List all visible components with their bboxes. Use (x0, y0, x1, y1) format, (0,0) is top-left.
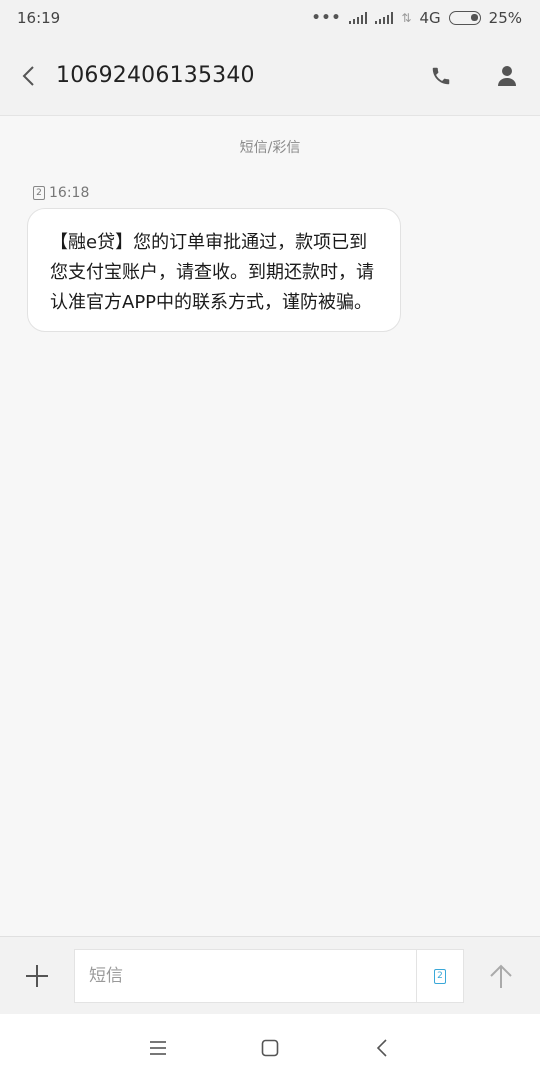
home-button[interactable] (250, 1028, 290, 1068)
conversation-header: 10692406135340 (0, 36, 540, 116)
message-input-box: 2 (74, 949, 464, 1003)
message-input[interactable] (75, 950, 416, 1002)
message-meta: 2 16:18 (33, 185, 89, 201)
battery-percent: 25% (488, 9, 522, 27)
signal-sim2-icon (375, 12, 394, 24)
sim-select-button[interactable]: 2 (416, 950, 463, 1002)
message-line: 您支付宝账户，请查收。到期还款时，请 (50, 262, 374, 283)
back-button[interactable] (2, 36, 56, 116)
add-attachment-button[interactable] (14, 953, 60, 999)
plus-icon (26, 965, 48, 987)
sim-card-icon: 2 (33, 186, 45, 200)
message-bubble[interactable]: 【融e贷】您的订单审批通过，款项已到 您支付宝账户，请查收。到期还款时，请 认准… (27, 208, 401, 332)
header-actions (408, 36, 540, 116)
status-time: 16:19 (17, 9, 61, 27)
sim-card-icon: 2 (434, 968, 446, 984)
message-type-label: 短信/彩信 (239, 140, 301, 156)
menu-icon (150, 1041, 166, 1055)
contact-number: 10692406135340 (56, 63, 255, 88)
status-bar: 16:19 ••• ⇅ 4G 25% (0, 0, 540, 36)
composer-bar: 2 (0, 936, 540, 1014)
more-notifications-icon: ••• (311, 10, 342, 26)
system-nav-bar (0, 1014, 540, 1080)
status-indicators: ••• ⇅ 4G 25% (312, 9, 522, 27)
message-time: 16:18 (49, 185, 90, 201)
message-line: 【融e贷】您的订单审批通过，款项已到 (50, 232, 368, 253)
contact-details-button[interactable] (474, 36, 540, 116)
send-arrow-icon (490, 964, 512, 988)
back-chevron-icon (22, 65, 34, 86)
person-icon (498, 65, 516, 86)
back-icon (376, 1039, 387, 1057)
data-activity-icon: ⇅ (401, 11, 412, 25)
send-button[interactable] (478, 953, 524, 999)
menu-button[interactable] (138, 1028, 178, 1068)
nav-back-button[interactable] (362, 1028, 402, 1068)
home-square-icon (261, 1039, 279, 1057)
message-line: 认准官方APP中的联系方式，谨防被骗。 (50, 292, 373, 313)
signal-sim1-icon (349, 12, 368, 24)
phone-icon (432, 67, 450, 84)
network-type: 4G (419, 9, 441, 27)
call-button[interactable] (408, 36, 474, 116)
message-list[interactable]: 短信/彩信 2 16:18 【融e贷】您的订单审批通过，款项已到 您支付宝账户，… (0, 116, 540, 936)
battery-icon (448, 11, 481, 25)
